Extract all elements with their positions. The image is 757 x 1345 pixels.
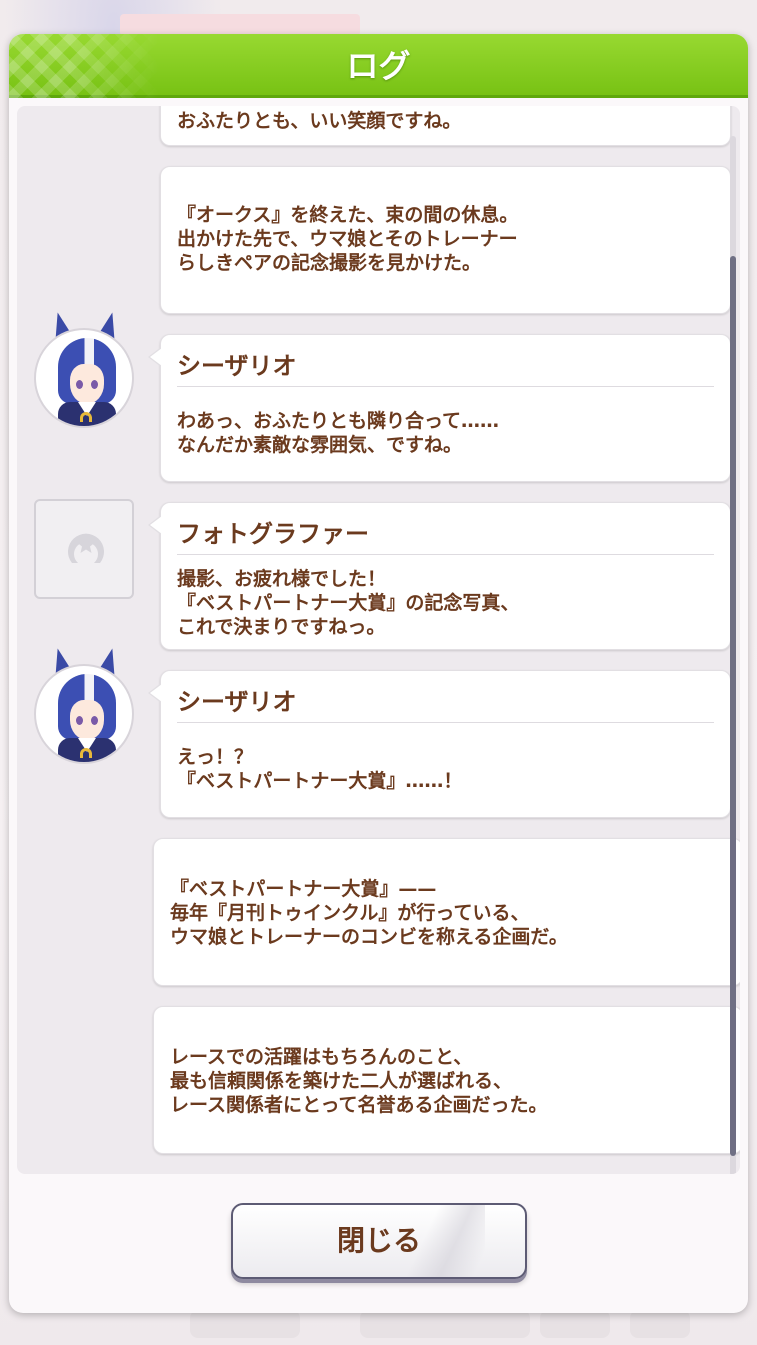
scrollbar-thumb[interactable] (730, 256, 736, 1156)
dialogue-bubble: シーザリオ えっ！？ 『ベストパートナー大賞』……！ (148, 670, 731, 818)
narration-text: 『ベストパートナー大賞』—— 毎年『月刊トゥインクル』が行っている、 ウマ娘とト… (170, 878, 568, 948)
background-banner (120, 14, 360, 36)
close-button[interactable]: 閉じる (231, 1203, 527, 1279)
dialogue-text: えっ！？ 『ベストパートナー大賞』……！ (177, 746, 463, 792)
dialogue-bubble: シーザリオ わあっ、おふたりとも隣り合って…… なんだか素敵な雰囲気、ですね。 (148, 334, 731, 482)
narration-text: レースでの活躍はもちろんのこと、 最も信頼関係を築けた二人が選ばれる、 レース関… (170, 1046, 548, 1116)
close-button-label: 閉じる (336, 1224, 421, 1257)
no-portrait-placeholder-icon (34, 499, 134, 599)
log-list[interactable]: おふたりとも、いい笑顔ですね。 『オークス』を終えた、束の間の休息。 出かけた先… (17, 106, 740, 1174)
speaker-avatar (34, 309, 134, 428)
speaker-avatar (34, 499, 134, 599)
narration-bubble: 『オークス』を終えた、束の間の休息。 出かけた先で、ウマ娘とそのトレーナー らし… (160, 166, 731, 314)
background-tabs (190, 1310, 690, 1340)
narration-bubble: レースでの活躍はもちろんのこと、 最も信頼関係を築けた二人が選ばれる、 レース関… (153, 1006, 740, 1154)
narration-text: 『オークス』を終えた、束の間の休息。 出かけた先で、ウマ娘とそのトレーナー らし… (177, 204, 519, 274)
speaker-name: シーザリオ (177, 681, 714, 723)
speaker-name: シーザリオ (177, 345, 714, 387)
narration-text: おふたりとも、いい笑顔ですね。 (177, 110, 462, 132)
dialogue-bubble: フォトグラファー 撮影、お疲れ様でした！ 『ベストパートナー大賞』の記念写真、 … (148, 502, 731, 650)
narration-bubble: 『ベストパートナー大賞』—— 毎年『月刊トゥインクル』が行っている、 ウマ娘とト… (153, 838, 740, 986)
dialog-title: ログ (346, 47, 411, 85)
dialogue-text: わあっ、おふたりとも隣り合って…… なんだか素敵な雰囲気、ですね。 (177, 410, 500, 456)
dialogue-text: 撮影、お疲れ様でした！ 『ベストパートナー大賞』の記念写真、 これで決まりですね… (177, 568, 520, 638)
narration-bubble: おふたりとも、いい笑顔ですね。 (160, 106, 731, 146)
character-portrait-icon (34, 664, 134, 764)
log-scroll-content[interactable]: おふたりとも、いい笑顔ですね。 『オークス』を終えた、束の間の休息。 出かけた先… (17, 106, 740, 1174)
log-dialog: ログ おふたりとも、いい笑顔ですね。 『オークス』を終えた、束の間の休息。 出か… (9, 34, 748, 1313)
speaker-name: フォトグラファー (177, 513, 714, 555)
dialog-header: ログ (9, 34, 748, 98)
character-portrait-icon (34, 328, 134, 428)
speaker-avatar (34, 645, 134, 764)
